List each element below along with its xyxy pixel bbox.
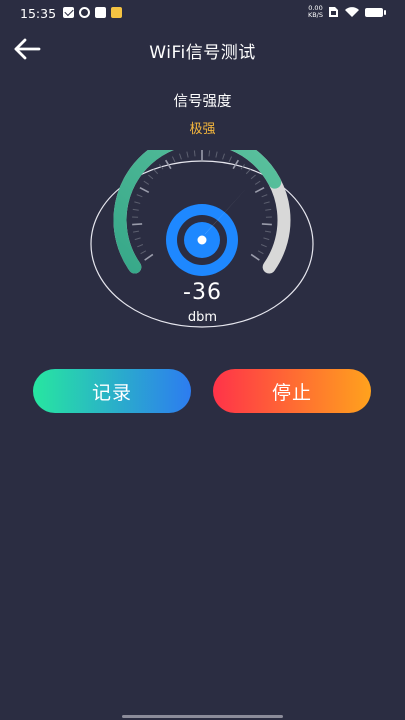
gauge-tick: [139, 186, 150, 194]
gauge-tick: [140, 250, 147, 255]
sim-icon: [329, 7, 338, 17]
gauge-tick: [245, 169, 251, 175]
gauge-tick: [132, 230, 140, 233]
gauge-tick: [222, 153, 225, 160]
gauge-tick: [250, 174, 256, 180]
shield-check-icon: [63, 7, 74, 18]
gauge-tick: [260, 244, 267, 248]
gauge-tick: [261, 223, 272, 226]
signal-unit: dbm: [187, 310, 218, 325]
status-bar: 15:35 0.00 KB/S: [0, 0, 405, 26]
gauge-tick: [134, 201, 141, 204]
status-notification-icons: [63, 7, 122, 18]
folder-icon: [111, 7, 122, 18]
gauge-tick: [254, 186, 265, 194]
signal-strength-title: 信号强度: [173, 94, 232, 110]
gauge-tick: [171, 156, 176, 163]
gauge-tick: [137, 244, 144, 248]
status-time: 15:35: [20, 6, 57, 21]
gauge-tick: [265, 208, 272, 211]
sync-icon: [79, 7, 90, 18]
home-indicator: [122, 715, 283, 718]
gauge-tick: [254, 180, 261, 185]
record-button[interactable]: 记录: [33, 369, 191, 413]
gauge-tick: [215, 151, 218, 158]
gauge-tick: [186, 151, 189, 158]
gauge-tick: [144, 253, 154, 261]
gauge-tick: [132, 223, 143, 226]
gauge-tick: [136, 194, 143, 198]
gauge-tick: [193, 150, 196, 157]
gauge-needle-hub: [195, 233, 209, 247]
gauge-tick: [208, 150, 211, 157]
gauge-tick: [263, 237, 270, 241]
net-speed-unit: KB/S: [307, 11, 323, 19]
gauge-tick: [134, 237, 141, 241]
gauge-tick: [179, 153, 182, 160]
gauge-tick: [153, 169, 159, 175]
page-title: WiFi信号测试: [149, 43, 256, 63]
signal-strength-level: 极强: [189, 122, 216, 137]
stop-button[interactable]: 停止: [213, 369, 371, 413]
mail-icon: [95, 7, 106, 18]
gauge-tick: [250, 253, 260, 261]
battery-icon: [365, 7, 386, 17]
gauge-tick: [132, 208, 139, 211]
gauge-tick: [148, 174, 154, 180]
wifi-icon: [345, 7, 359, 17]
gauge-tick: [257, 250, 264, 255]
gauge-tick: [261, 194, 268, 198]
gauge-tick: [263, 201, 270, 204]
status-system-icons: 0.00 KB/S: [308, 5, 386, 19]
net-speed: 0.00 KB/S: [308, 5, 323, 19]
signal-value: -36: [183, 280, 222, 305]
gauge-tick: [228, 156, 233, 163]
gauge-tick: [264, 230, 272, 233]
gauge-tick: [143, 180, 150, 185]
